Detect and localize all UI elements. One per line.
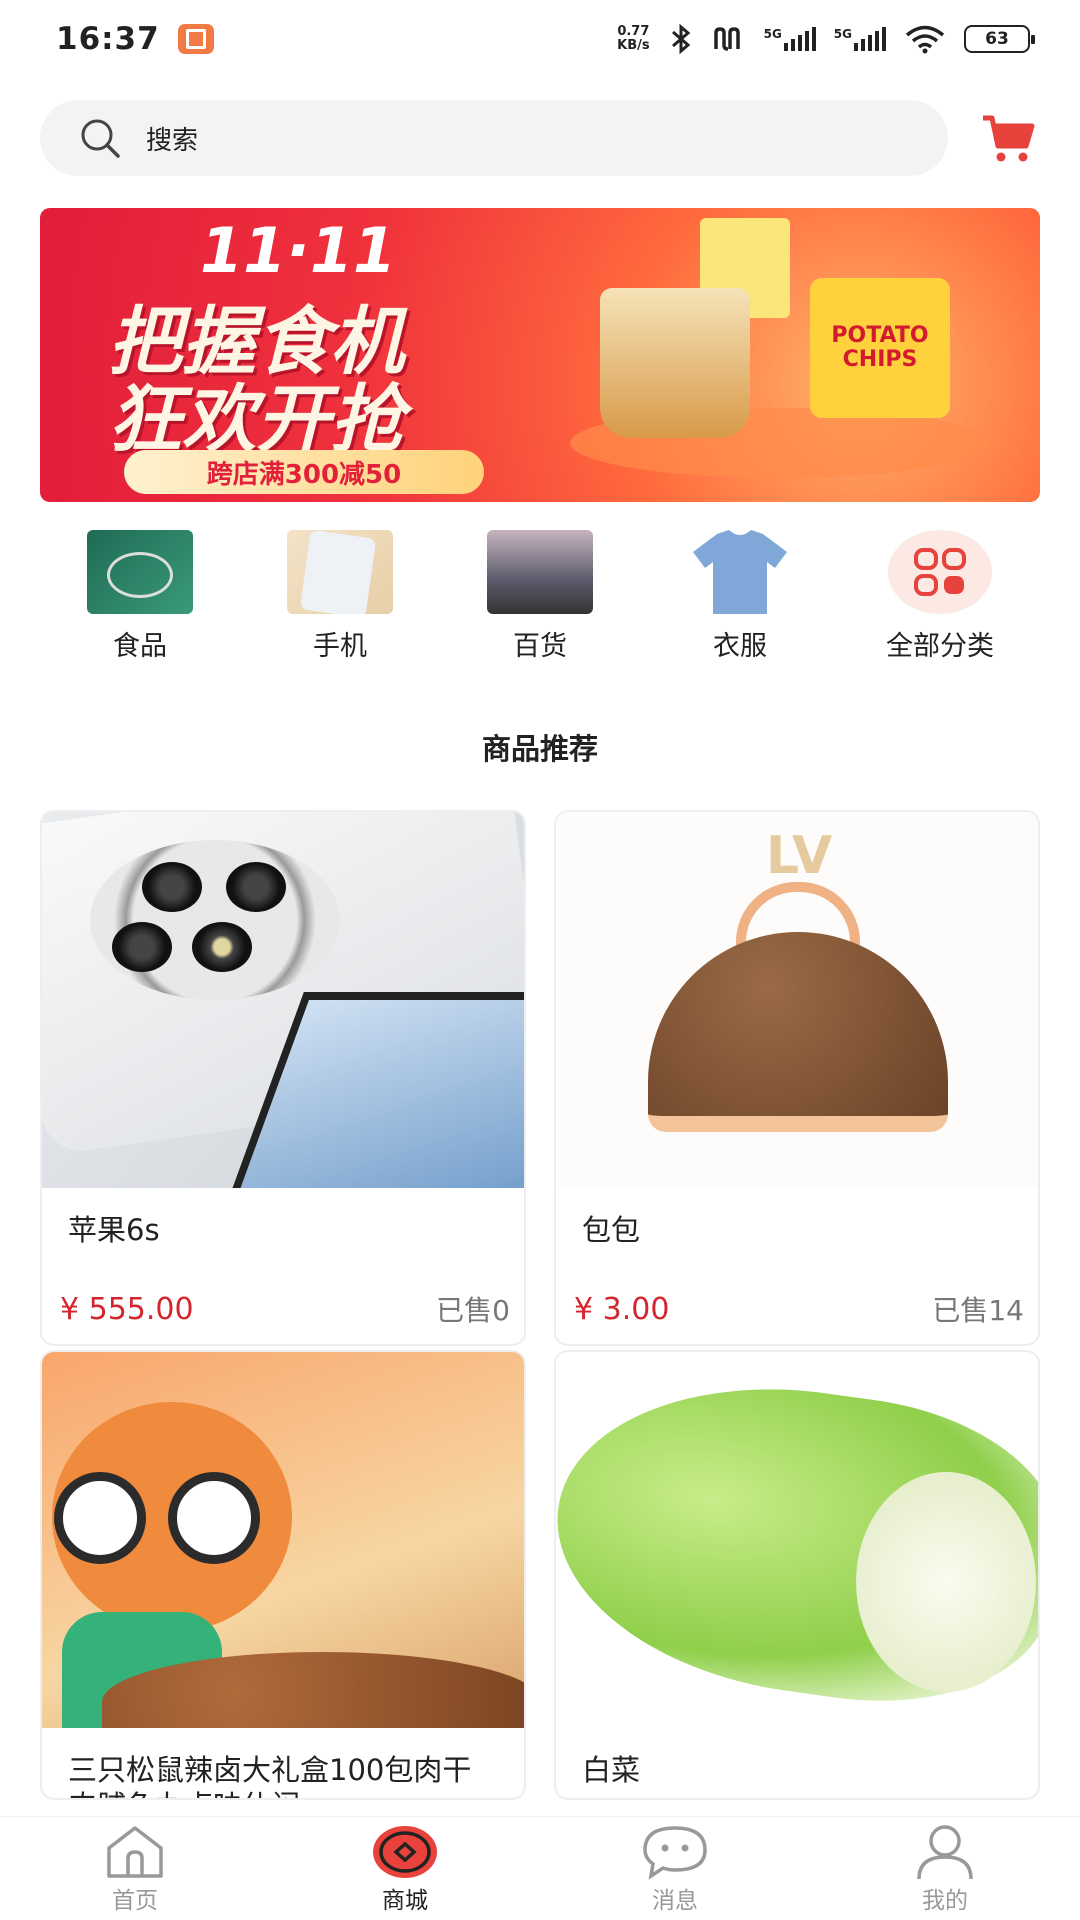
category-label: 食品 [113, 631, 167, 662]
wifi-icon [905, 25, 945, 54]
category-label: 全部分类 [886, 631, 994, 662]
message-icon [643, 1826, 707, 1880]
tab-label: 首页 [112, 1888, 158, 1914]
category-clothing[interactable]: 衣服 [640, 530, 840, 670]
tshirt-icon [693, 530, 787, 614]
search-input[interactable]: 搜索 [40, 100, 948, 176]
product-card[interactable]: LV 包包 ¥ 3.00 已售14 [554, 810, 1040, 1346]
product-image [556, 1352, 1038, 1728]
network-speed: 0.77 KB/s [617, 24, 650, 53]
product-price: ¥ 3.00 [574, 1291, 670, 1327]
cart-button[interactable] [978, 108, 1038, 168]
battery-indicator: 63 [964, 25, 1035, 53]
banner-chips-graphic: POTATO CHIPS [810, 278, 950, 418]
product-name: 白菜 [582, 1753, 641, 1787]
product-card[interactable]: 苹果6s ¥ 555.00 已售0 [40, 810, 526, 1346]
profile-icon [917, 1825, 973, 1880]
search-row: 搜索 [40, 100, 1040, 176]
search-icon [81, 119, 120, 158]
tab-label: 商城 [382, 1888, 428, 1914]
home-icon [107, 1826, 163, 1878]
tab-profile[interactable]: 我的 [810, 1817, 1080, 1920]
product-sold-count: 已售0 [436, 1294, 510, 1327]
category-clothing-image [687, 530, 793, 614]
tab-messages[interactable]: 消息 [540, 1817, 810, 1920]
product-image [42, 1352, 524, 1728]
bluetooth-icon [671, 24, 690, 54]
product-name: 苹果6s [68, 1213, 160, 1247]
category-phone[interactable]: 手机 [240, 530, 440, 670]
mall-icon [373, 1826, 437, 1878]
cell-signal-2: 5G [834, 27, 886, 51]
product-price: ¥ 555.00 [60, 1291, 194, 1327]
section-title: 商品推荐 [481, 732, 598, 766]
nfc-icon [713, 27, 740, 51]
status-time: 16:37 [56, 21, 160, 57]
category-food-image [87, 530, 193, 614]
cell-signal-1: 5G [764, 27, 816, 51]
category-label: 手机 [313, 631, 367, 662]
category-label: 百货 [513, 631, 567, 662]
cart-icon [983, 115, 1035, 162]
product-name: 包包 [582, 1213, 641, 1247]
product-card[interactable]: 白菜 [554, 1350, 1040, 1800]
category-phone-image [287, 530, 393, 614]
promo-banner[interactable]: 11·11 把握食机 狂欢开抢 跨店满300减50 POTATO CHIPS [40, 208, 1040, 502]
category-label: 衣服 [713, 631, 767, 662]
product-image [42, 812, 524, 1188]
bottom-tab-bar: 首页 商城 消息 我的 [0, 1816, 1080, 1920]
category-all[interactable]: 全部分类 [840, 530, 1040, 670]
tab-label: 消息 [652, 1888, 698, 1914]
product-name: 三只松鼠辣卤大礼盒100包肉干肉脯鱼丸卤味休闲 [68, 1753, 472, 1798]
banner-snack-cup-graphic [600, 288, 750, 438]
tab-home[interactable]: 首页 [0, 1817, 270, 1920]
category-row: 食品 手机 百货 衣服 全部分类 [40, 530, 1040, 670]
status-bar: 16:37 0.77 KB/s 5G 5G 63 [0, 0, 1080, 78]
product-sold-count: 已售14 [932, 1294, 1024, 1327]
product-card[interactable]: 三只松鼠辣卤大礼盒100包肉干肉脯鱼丸卤味休闲 [40, 1350, 526, 1800]
notification-app-icon [177, 24, 214, 54]
category-food[interactable]: 食品 [40, 530, 240, 670]
product-image: LV [556, 812, 1038, 1188]
category-store-image [487, 530, 593, 614]
tab-mall[interactable]: 商城 [270, 1817, 540, 1920]
tab-label: 我的 [922, 1888, 968, 1914]
all-categories-icon [888, 530, 992, 614]
banner-promo-pill: 跨店满300减50 [124, 450, 484, 494]
category-department-store[interactable]: 百货 [440, 530, 640, 670]
search-placeholder: 搜索 [146, 125, 199, 156]
banner-date: 11·11 [200, 214, 397, 287]
